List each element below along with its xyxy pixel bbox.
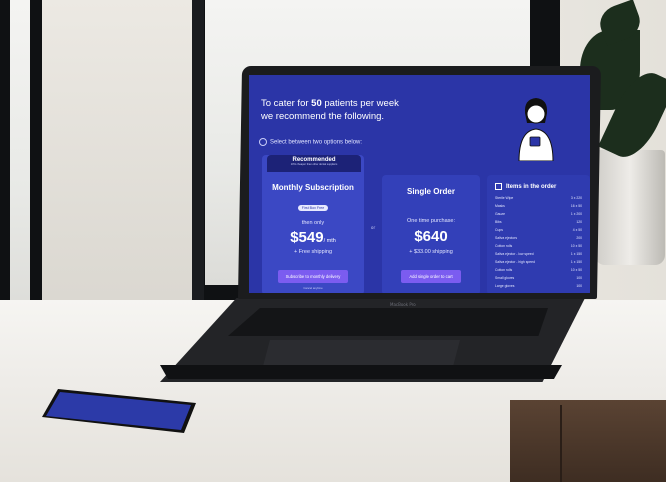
add-to-cart-button[interactable]: Add single order to cart [401,270,461,283]
info-icon [259,138,267,146]
first-box-free-badge: First Box Free [297,205,329,211]
recommended-badge: Recommended 10% cheaper than other denta… [267,155,361,172]
list-item: Saliva ejectors 200 [495,236,582,241]
free-shipping-label: + Free shipping [293,249,333,255]
patient-count: 50 [311,98,322,109]
list-item: Saliva ejector - low speed 1 x 150 [495,252,582,257]
subscribe-button[interactable]: Subscribe to monthly delivery [277,270,349,283]
single-order-card: Single Order One time purchase: $640 + $… [382,175,480,293]
select-instruction: Select between two options below: [259,138,362,146]
smartphone [42,389,196,433]
then-only-label: then only [301,220,325,226]
order-items-card: Items in the order Sterile Wipe 3 x 220 M… [487,175,590,293]
list-item: Saliva ejector - high speed 1 x 150 [495,260,582,265]
list-item: Sterile Wipe 3 x 220 [495,196,582,201]
list-item: Cotton rolls 10 x 50 [495,268,582,273]
headline: To cater for 50 patients per week we rec… [261,98,399,122]
single-order-price: $640 [414,228,448,245]
window-mullion [192,0,204,300]
box-icon [495,183,502,190]
cabinet [510,400,666,482]
window-pane [42,0,192,330]
cancel-anytime-note: Cancel anytime [303,286,323,290]
subscription-title: Monthly Subscription [272,183,354,192]
list-item: Cotton rolls 10 x 50 [495,244,582,249]
single-order-title: Single Order [406,187,455,196]
or-divider: or [371,225,376,230]
list-item: Gauze 1 x 200 [495,212,582,217]
window-pane [10,0,30,320]
single-shipping-label: + $33.00 shipping [409,249,453,255]
laptop-front-edge [160,365,562,379]
list-item: Cups 4 x 50 [495,228,582,233]
one-time-label: One time purchase: [407,218,455,224]
woman-illustration [518,98,554,161]
subscription-card: Monthly Subscription First Box Free then… [262,155,364,293]
laptop-keyboard [228,308,548,336]
plant-pot [595,150,665,265]
laptop-label: MacBook Pro [390,302,416,307]
items-title: Items in the order [495,183,590,190]
subscription-price: $549/ mth [290,229,336,246]
list-item: Masks 16 x 50 [495,204,582,209]
list-item: Large gloves 100 [495,284,582,289]
cabinet-seam [560,405,562,482]
list-item: Bibs 120 [495,220,582,225]
laptop-screen: To cater for 50 patients per week we rec… [249,75,590,293]
list-item: Small gloves 100 [495,276,582,281]
